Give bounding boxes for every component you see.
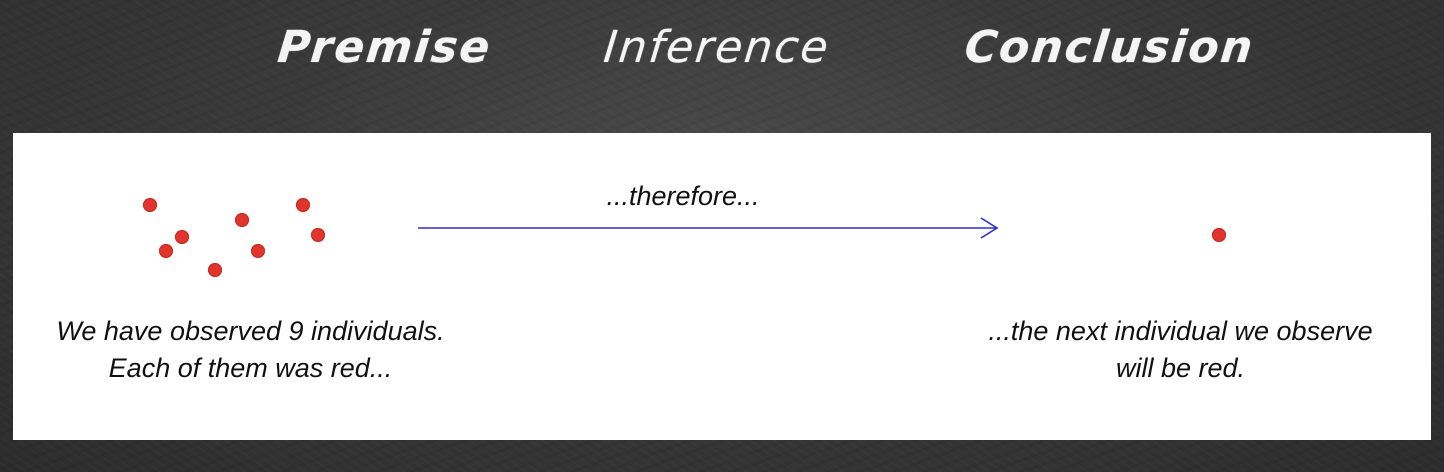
inference-arrow xyxy=(418,217,999,239)
conclusion-heading: Conclusion xyxy=(962,22,1257,73)
observed-dot xyxy=(235,213,249,227)
diagram-panel: ...therefore... We have observed 9 indiv… xyxy=(13,133,1431,440)
conclusion-line-2: will be red. xyxy=(1115,353,1246,383)
conclusion-line-1: ...the next individual we observe xyxy=(988,316,1373,346)
observed-dot xyxy=(159,244,173,258)
observed-dot xyxy=(143,198,157,212)
observed-dot xyxy=(296,198,310,212)
premise-line-2: Each of them was red... xyxy=(108,353,393,383)
conclusion-caption: ...the next individual we observe will b… xyxy=(943,313,1418,387)
inference-heading: Inference xyxy=(601,22,833,73)
predicted-dot xyxy=(1212,228,1226,242)
observed-dot xyxy=(175,230,189,244)
observed-dot xyxy=(251,244,265,258)
observed-dot xyxy=(208,263,222,277)
premise-heading: Premise xyxy=(275,22,495,73)
observed-dot xyxy=(311,228,325,242)
premise-line-1: We have observed 9 individuals. xyxy=(56,316,445,346)
premise-caption: We have observed 9 individuals. Each of … xyxy=(13,313,488,387)
inference-label: ...therefore... xyxy=(606,181,760,211)
